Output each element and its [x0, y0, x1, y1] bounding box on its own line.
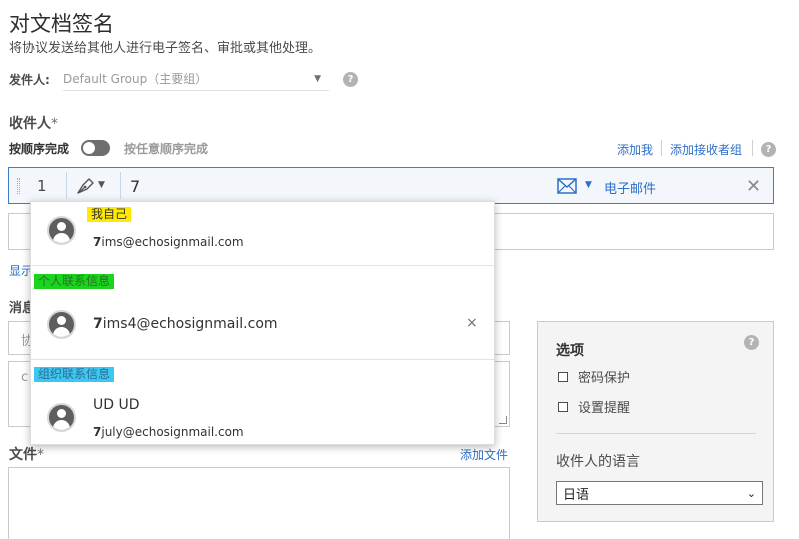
signing-order-row: 按顺序完成 按任意顺序完成 — [9, 138, 208, 158]
sender-value: Default Group（主要组） — [63, 72, 208, 86]
options-title: 选项 — [556, 343, 584, 359]
checkbox[interactable] — [558, 401, 568, 412]
options-panel: 选项 ? 密码保护 设置提醒 收件人的语言 日语 ⌄ — [537, 321, 774, 522]
divider — [120, 172, 121, 199]
suggestion-item[interactable]: 7ims4@echosignmail.com × — [31, 302, 494, 346]
suggestion-item[interactable]: UD UD 7july@echosignmail.com — [31, 392, 494, 442]
recipients-title-text: 收件人 — [9, 116, 51, 132]
suggestion-item[interactable]: 7ims@echosignmail.com — [31, 216, 494, 266]
suggestion-email: 7ims4@echosignmail.com — [93, 316, 278, 332]
group-header-personal-contacts: 个人联系信息 — [34, 274, 115, 289]
delivery-method-label[interactable]: 电子邮件 — [604, 178, 656, 197]
divider — [31, 265, 494, 266]
signer-pen-icon[interactable] — [75, 176, 97, 196]
message-placeholder: c — [21, 370, 29, 385]
suggestion-email: 7july@echosignmail.com — [93, 425, 244, 439]
mail-icon[interactable] — [557, 178, 577, 194]
sender-label: 发件人: — [9, 72, 50, 87]
avatar-icon — [47, 310, 76, 339]
chevron-down-icon[interactable]: ▼ — [585, 180, 592, 190]
divider — [661, 140, 662, 156]
language-value: 日语 — [563, 487, 590, 503]
add-me-link[interactable]: 添加我 — [617, 141, 653, 158]
divider — [752, 140, 753, 156]
signing-order-toggle[interactable] — [81, 140, 111, 156]
chevron-down-icon[interactable]: ▼ — [98, 180, 105, 190]
recipient-number: 1 — [37, 177, 47, 195]
help-icon[interactable]: ? — [744, 335, 759, 350]
divider — [31, 359, 494, 360]
required-mark: * — [37, 447, 44, 463]
chevron-down-icon: ⌄ — [746, 486, 756, 500]
language-select[interactable]: 日语 ⌄ — [556, 481, 763, 505]
files-dropzone[interactable] — [8, 467, 510, 539]
divider — [556, 433, 756, 434]
drag-handle-icon[interactable] — [17, 178, 20, 194]
avatar-icon — [47, 216, 76, 245]
help-icon[interactable]: ? — [343, 72, 358, 87]
recipient-suggestions-dropdown: 我自己 7ims@echosignmail.com 个人联系信息 7ims4@e… — [30, 201, 495, 445]
page-subtitle: 将协议发送给其他人进行电子签名、审批或其他处理。 — [9, 41, 322, 56]
order-any-label: 按任意顺序完成 — [124, 141, 209, 156]
required-mark: * — [51, 116, 58, 132]
checkbox[interactable] — [558, 371, 568, 382]
group-header-org-contacts: 组织联系信息 — [34, 367, 115, 382]
language-label: 收件人的语言 — [556, 454, 640, 470]
recipients-title: 收件人* — [9, 113, 58, 133]
suggestion-name: UD UD — [93, 397, 140, 413]
page-title: 对文档签名 — [9, 12, 114, 36]
divider — [66, 172, 67, 199]
recipient-email-input[interactable] — [130, 175, 530, 197]
password-option[interactable]: 密码保护 — [558, 367, 630, 386]
chevron-down-icon: ▼ — [314, 73, 321, 84]
help-icon[interactable]: ? — [761, 142, 776, 157]
avatar-icon — [47, 403, 76, 432]
sender-select[interactable]: Default Group（主要组） ▼ — [63, 67, 329, 91]
add-file-link[interactable]: 添加文件 — [460, 446, 508, 463]
add-recipient-group-link[interactable]: 添加接收者组 — [670, 141, 742, 158]
reminder-option[interactable]: 设置提醒 — [558, 397, 630, 416]
resize-handle-icon[interactable] — [499, 416, 507, 424]
reminder-label: 设置提醒 — [578, 401, 631, 416]
order-sequential-label: 按顺序完成 — [9, 141, 70, 156]
files-title: 文件* — [9, 444, 44, 464]
close-icon[interactable]: ✕ — [746, 176, 761, 197]
group-header-myself: 我自己 — [87, 207, 132, 222]
password-label: 密码保护 — [578, 371, 631, 386]
sender-row: 发件人: Default Group（主要组） ▼ — [9, 67, 329, 91]
remove-contact-icon[interactable]: × — [466, 315, 478, 331]
files-title-text: 文件 — [9, 447, 37, 463]
suggestion-email: 7ims@echosignmail.com — [93, 235, 244, 249]
recipient-row: 1 ▼ ▼ 电子邮件 ✕ — [8, 167, 774, 204]
